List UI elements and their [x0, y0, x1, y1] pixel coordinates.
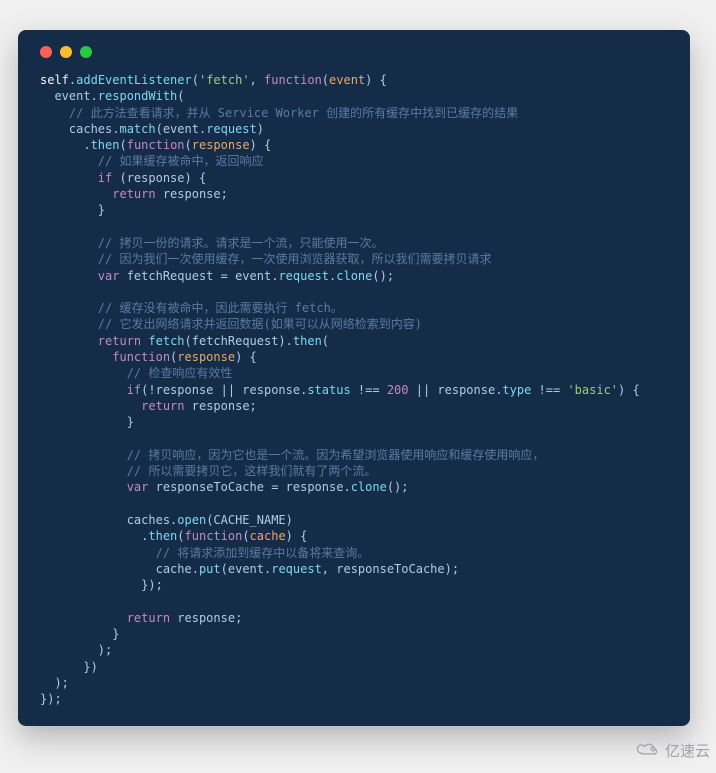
code-line: self.addEventListener('fetch', function(… [40, 73, 387, 87]
code-line: caches.match(event.request) [40, 122, 264, 136]
code-line: // 拷贝一份的请求。请求是一个流，只能使用一次。 [40, 236, 383, 250]
code-line: if(!response || response.status !== 200 … [40, 383, 640, 397]
code-line: // 所以需要拷贝它，这样我们就有了两个流。 [40, 464, 376, 478]
code-line: .then(function(cache) { [40, 529, 307, 543]
dot-close-icon [40, 46, 52, 58]
code-line: ); [40, 676, 69, 690]
code-line: // 拷贝响应，因为它也是一个流。因为希望浏览器使用响应和缓存使用响应， [40, 448, 544, 462]
code-line: // 因为我们一次使用缓存，一次使用浏览器获取，所以我们需要拷贝请求 [40, 252, 491, 266]
code-line: }); [40, 692, 62, 706]
code-line: // 此方法查看请求，并从 Service Worker 创建的所有缓存中找到已… [40, 106, 518, 120]
code-line: } [40, 415, 134, 429]
code-line: // 检查响应有效性 [40, 366, 232, 380]
code-line: // 将请求添加到缓存中以备将来查询。 [40, 546, 369, 560]
code-line: return response; [40, 187, 228, 201]
code-line: return response; [40, 399, 257, 413]
code-line: // 它发出网络请求并返回数据(如果可以从网络检索到内容) [40, 317, 422, 331]
code-line: // 缓存没有被命中，因此需要执行 fetch。 [40, 301, 343, 315]
code-line: cache.put(event.request, responseToCache… [40, 562, 459, 576]
cloud-icon [635, 741, 661, 761]
code-line: function(response) { [40, 350, 257, 364]
code-line: // 如果缓存被命中，返回响应 [40, 154, 263, 168]
code-line: } [40, 627, 119, 641]
code-line: .then(function(response) { [40, 138, 271, 152]
code-line: return fetch(fetchRequest).then( [40, 334, 329, 348]
code-line: event.respondWith( [40, 89, 185, 103]
code-line: }); [40, 578, 163, 592]
code-block: self.addEventListener('fetch', function(… [40, 72, 672, 708]
code-line: if (response) { [40, 171, 206, 185]
code-line: return response; [40, 611, 242, 625]
watermark-text: 亿速云 [665, 740, 710, 761]
code-card: self.addEventListener('fetch', function(… [18, 30, 690, 726]
code-line: var fetchRequest = event.request.clone()… [40, 269, 394, 283]
dot-minimize-icon [60, 46, 72, 58]
code-line: caches.open(CACHE_NAME) [40, 513, 293, 527]
dot-zoom-icon [80, 46, 92, 58]
watermark: 亿速云 [635, 740, 710, 761]
code-line: var responseToCache = response.clone(); [40, 480, 409, 494]
code-line: }) [40, 660, 98, 674]
code-line: } [40, 203, 105, 217]
code-line: ); [40, 643, 112, 657]
window-dots [40, 46, 672, 58]
